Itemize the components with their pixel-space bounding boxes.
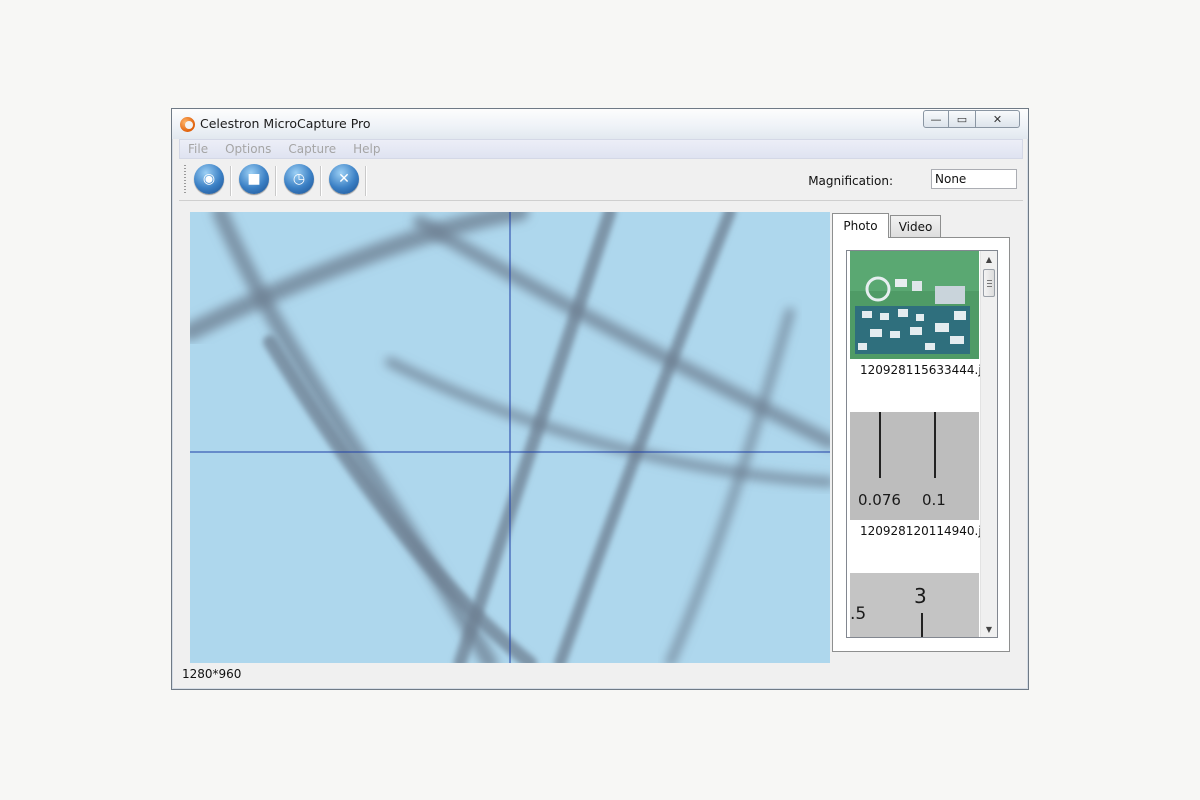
capture-photo-button[interactable]: ◉ bbox=[194, 164, 224, 194]
circuit-board-image bbox=[850, 251, 979, 359]
ruler-scale-image: 0.076 0.1 bbox=[850, 412, 979, 520]
thumbnail-image[interactable]: 0.076 0.1 bbox=[850, 412, 979, 520]
toolbar-separator bbox=[320, 166, 321, 196]
resolution-status: 1280*960 bbox=[182, 667, 242, 681]
title-bar[interactable]: Celestron MicroCapture Pro — ▭ ✕ bbox=[172, 109, 1028, 139]
thumbnail-list[interactable]: 120928115633444.jpg 0.076 0.1 1209281201… bbox=[846, 250, 998, 638]
thumbnail-filename: 120928115633444.jpg bbox=[860, 363, 997, 377]
toolbar-grip[interactable] bbox=[184, 165, 186, 195]
toolbar-separator bbox=[365, 166, 366, 196]
caption-buttons: — ▭ ✕ bbox=[923, 110, 1020, 129]
toolbar-separator bbox=[230, 166, 231, 196]
close-icon: ✕ bbox=[992, 112, 1003, 126]
ruler-label: 0.1 bbox=[922, 491, 946, 509]
menu-capture[interactable]: Capture bbox=[288, 142, 336, 156]
record-video-icon: ■ bbox=[247, 171, 261, 187]
scrollbar-thumb[interactable] bbox=[983, 269, 995, 297]
timer-button[interactable]: ◷ bbox=[284, 164, 314, 194]
magnification-input[interactable] bbox=[931, 169, 1017, 189]
ruler-label: .5 bbox=[850, 604, 866, 624]
thumbnail-scrollbar[interactable]: ▲ ▼ bbox=[980, 251, 997, 637]
minimize-icon: — bbox=[930, 112, 942, 126]
fullscreen-icon: ✕ bbox=[338, 171, 350, 187]
tab-photo[interactable]: Photo bbox=[832, 213, 889, 238]
ruler-label: 3 bbox=[914, 584, 927, 608]
toolbar-separator bbox=[275, 166, 276, 196]
timer-icon: ◷ bbox=[292, 171, 306, 187]
fullscreen-button[interactable]: ✕ bbox=[329, 164, 359, 194]
record-video-button[interactable]: ■ bbox=[239, 164, 269, 194]
thumbnail-image[interactable] bbox=[850, 251, 979, 359]
maximize-icon: ▭ bbox=[956, 112, 968, 126]
app-window: Celestron MicroCapture Pro — ▭ ✕ File Op… bbox=[171, 108, 1029, 690]
maximize-button[interactable]: ▭ bbox=[949, 110, 976, 128]
scroll-down-icon[interactable]: ▼ bbox=[981, 621, 997, 637]
toolbar: ◉ ■ ◷ ✕ Magnification: bbox=[179, 160, 1023, 201]
microscope-image bbox=[190, 212, 830, 663]
app-logo-icon bbox=[180, 117, 195, 132]
thumbnail-filename: 120928120114940.jpg bbox=[860, 524, 997, 538]
close-button[interactable]: ✕ bbox=[976, 110, 1020, 128]
menu-help[interactable]: Help bbox=[353, 142, 380, 156]
minimize-button[interactable]: — bbox=[923, 110, 949, 128]
capture-photo-icon: ◉ bbox=[202, 171, 216, 187]
menu-bar: File Options Capture Help bbox=[179, 139, 1023, 159]
ruler-label: 0.076 bbox=[858, 491, 901, 509]
tab-video[interactable]: Video bbox=[890, 215, 941, 237]
window-title: Celestron MicroCapture Pro bbox=[200, 116, 371, 131]
tab-photo-content: 120928115633444.jpg 0.076 0.1 1209281201… bbox=[832, 237, 1010, 652]
ruler-scale-image: .5 3 bbox=[850, 573, 979, 637]
capture-gallery-panel: Photo Video 120928115633444.jpg 0.076 0.… bbox=[832, 213, 1012, 653]
scroll-up-icon[interactable]: ▲ bbox=[981, 251, 997, 267]
menu-file[interactable]: File bbox=[188, 142, 208, 156]
thumbnail-image[interactable]: .5 3 bbox=[850, 573, 979, 637]
menu-options[interactable]: Options bbox=[225, 142, 271, 156]
live-preview[interactable] bbox=[190, 212, 830, 663]
magnification-label: Magnification: bbox=[808, 174, 893, 188]
